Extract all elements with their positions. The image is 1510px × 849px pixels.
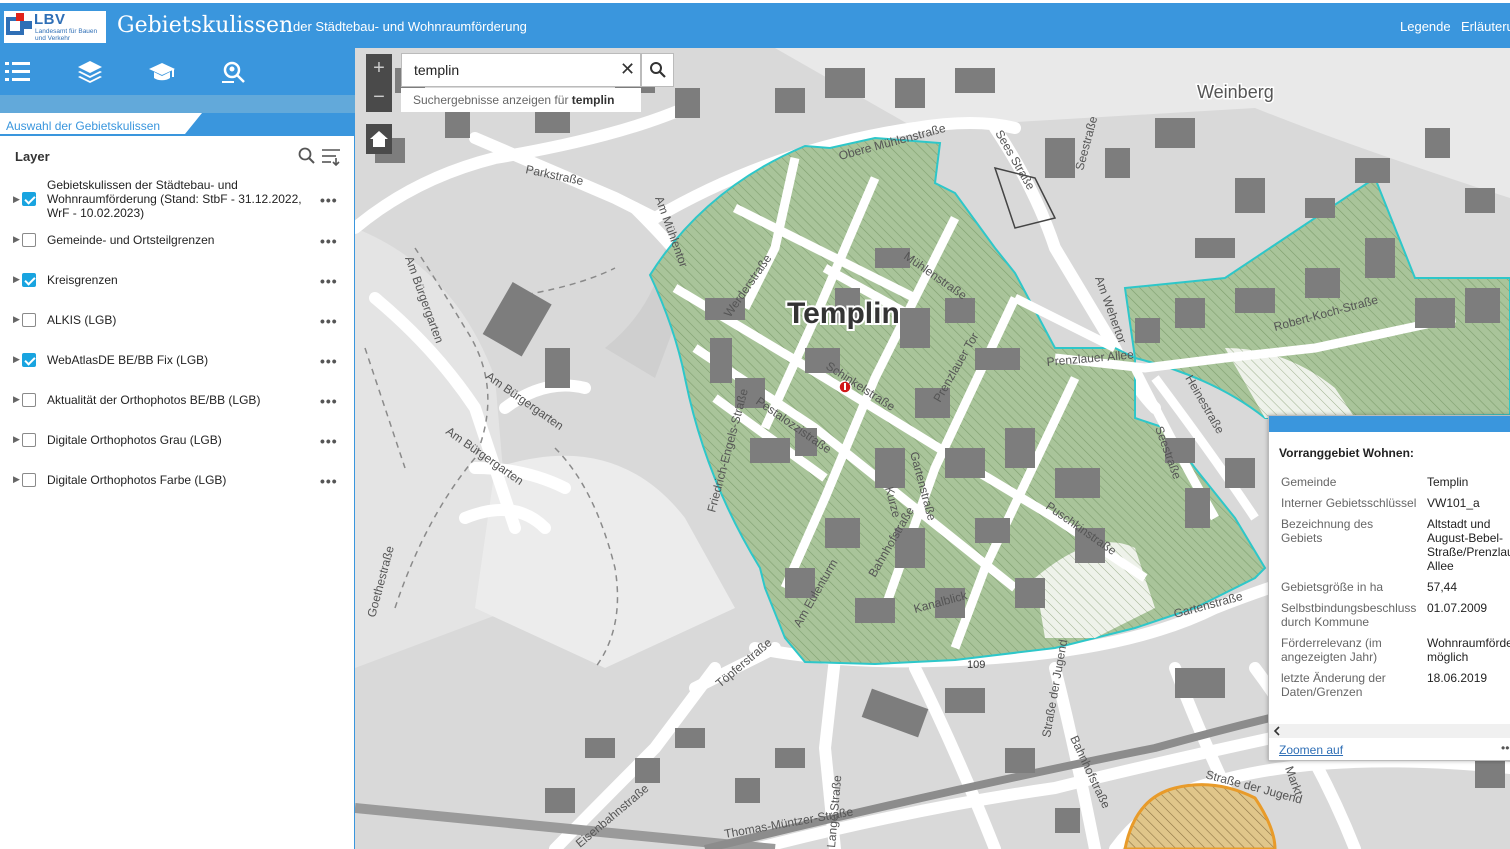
layer-options-icon[interactable]: ••• [320, 273, 338, 289]
popup-key: Förderrelevanz (im angezeigten Jahr) [1281, 636, 1382, 664]
popup-key: Interner Gebietsschlüssel [1281, 496, 1417, 510]
expand-caret-icon[interactable]: ▶ [13, 434, 20, 445]
layer-label: Aktualität der Orthophotos BE/BB (LGB) [47, 393, 261, 407]
app-title: Gebietskulissen [117, 13, 294, 38]
popup-key: Gebietsgröße in ha [1281, 580, 1384, 594]
layer-label: Gemeinde- und Ortsteilgrenzen [47, 233, 215, 247]
suggestion-term: templin [571, 93, 615, 107]
list-icon[interactable] [2, 56, 34, 88]
popup-key: Bezeichnung des Gebiets [1281, 517, 1374, 545]
expand-caret-icon[interactable]: ▶ [13, 394, 20, 405]
app-header: LBV Landesamt für Bauen und Verkehr Gebi… [0, 3, 1510, 48]
app-subtitle: der Städtebau- und Wohnraumförderung [293, 19, 527, 34]
search-location-icon[interactable] [218, 56, 250, 88]
search-suggestion[interactable]: Suchergebnisse anzeigen für templin [401, 88, 641, 112]
zoom-in-button[interactable]: + [366, 54, 392, 83]
expand-caret-icon[interactable]: ▶ [13, 354, 20, 365]
legend-link[interactable]: Legende [1400, 19, 1451, 34]
tab-gebietskulissen[interactable]: Auswahl der Gebietskulissen [0, 113, 200, 134]
zoom-to-link[interactable]: Zoomen auf [1279, 743, 1343, 757]
layer-tools [298, 146, 342, 171]
popup-value: 01.07.2009 [1427, 601, 1488, 615]
layer-label: Gebietskulissen der Städtebau- und Wohnr… [47, 178, 302, 220]
layer-checkbox[interactable] [22, 192, 36, 206]
widget-toolbar [0, 48, 355, 95]
zoom-out-button[interactable]: − [366, 83, 392, 112]
popup-value: Templin [1427, 475, 1469, 489]
popup-value: 18.06.2019 [1427, 671, 1488, 685]
layer-label: WebAtlasDE BE/BB Fix (LGB) [47, 353, 209, 367]
map-search-box[interactable]: ✕ [401, 53, 641, 87]
scroll-left-icon[interactable] [1272, 724, 1282, 738]
filter-list-icon[interactable] [322, 149, 340, 167]
search-icon[interactable] [298, 147, 315, 164]
logo-subtitle: Landesamt für Bauen und Verkehr [35, 28, 98, 42]
layer-label: Kreisgrenzen [47, 273, 118, 287]
expand-caret-icon[interactable]: ▶ [13, 234, 20, 245]
layer-label: ALKIS (LGB) [47, 313, 117, 327]
graduation-cap-icon[interactable] [146, 56, 178, 88]
expand-caret-icon[interactable]: ▶ [13, 194, 20, 205]
layer-options-icon[interactable]: ••• [320, 393, 338, 409]
suggestion-prefix: Suchergebnisse anzeigen für [413, 93, 572, 107]
layer-checkbox[interactable] [22, 273, 36, 287]
layer-checkbox[interactable] [22, 473, 36, 487]
popup-horizontal-scrollbar[interactable] [1269, 724, 1510, 738]
layers-icon[interactable] [74, 56, 106, 88]
lbv-logo-mark-icon [6, 13, 32, 35]
expand-caret-icon[interactable]: ▶ [13, 314, 20, 325]
feature-popup: Vorranggebiet Wohnen: Gemeinde Templin I… [1268, 415, 1510, 761]
logo-abbreviation: LBV [34, 11, 66, 28]
layer-checkbox[interactable] [22, 233, 36, 247]
layer-checkbox[interactable] [22, 313, 36, 327]
layer-label: Digitale Orthophotos Farbe (LGB) [47, 473, 227, 487]
popup-more-icon[interactable]: ••• [1501, 741, 1510, 755]
layer-label: Digitale Orthophotos Grau (LGB) [47, 433, 222, 447]
city-label: Templin [787, 297, 900, 330]
popup-value: 57,44 [1427, 580, 1458, 594]
layer-options-icon[interactable]: ••• [320, 233, 338, 249]
search-button[interactable] [641, 53, 674, 87]
layer-panel: Layer ▶ Gebietskulissen der Städtebau- u… [0, 136, 355, 849]
popup-key: Gemeinde [1281, 475, 1337, 489]
road-number-label: 109 [967, 659, 985, 671]
popup-value: Wohnraumförderung möglich [1427, 636, 1510, 664]
explanation-link[interactable]: Erläuteru [1461, 19, 1510, 34]
search-icon [649, 62, 666, 78]
popup-value: Altstadt und August-Bebel-Straße/Prenzla… [1427, 517, 1510, 573]
tab-decoration [185, 113, 355, 134]
layer-options-icon[interactable]: ••• [320, 433, 338, 449]
popup-key: letzte Änderung der Daten/Grenzen [1281, 671, 1386, 699]
layer-options-icon[interactable]: ••• [320, 313, 338, 329]
layer-checkbox[interactable] [22, 393, 36, 407]
expand-caret-icon[interactable]: ▶ [13, 274, 20, 285]
zoom-control: + − [366, 54, 392, 112]
layer-options-icon[interactable]: ••• [320, 473, 338, 489]
expand-caret-icon[interactable]: ▶ [13, 474, 20, 485]
layer-checkbox[interactable] [22, 353, 36, 367]
home-button[interactable] [366, 124, 392, 154]
map-search-input[interactable] [414, 62, 604, 78]
layer-heading: Layer [15, 149, 50, 164]
layer-options-icon[interactable]: ••• [320, 353, 338, 369]
layer-options-icon[interactable]: ••• [320, 192, 338, 208]
popup-value: VW101_a [1427, 496, 1480, 510]
lbv-logo: LBV Landesamt für Bauen und Verkehr [4, 11, 106, 43]
home-icon [370, 131, 388, 147]
district-label: Weinberg [1197, 82, 1274, 102]
tab-band [0, 95, 355, 113]
clear-search-icon[interactable]: ✕ [620, 59, 635, 80]
popup-titlebar[interactable] [1269, 416, 1510, 432]
tab-row: Auswahl der Gebietskulissen [0, 113, 355, 136]
popup-key: Selbstbindungsbeschluss durch Kommune [1281, 601, 1417, 629]
popup-title: Vorranggebiet Wohnen: [1279, 446, 1414, 460]
tab-label: Auswahl der Gebietskulissen [6, 119, 161, 133]
layer-checkbox[interactable] [22, 433, 36, 447]
